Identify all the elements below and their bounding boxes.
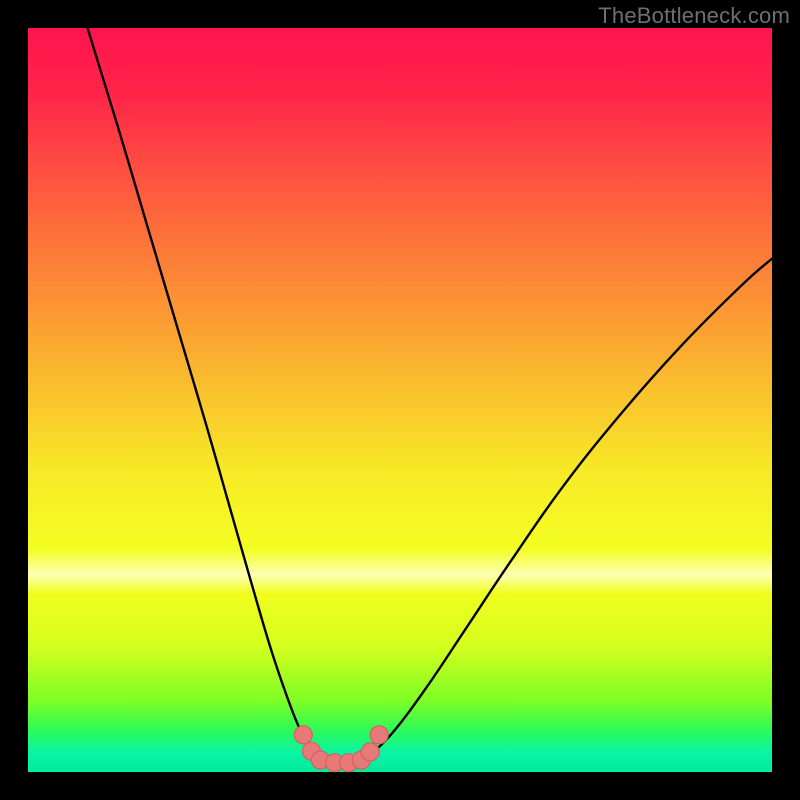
marker-dot	[361, 743, 379, 761]
chart-svg	[28, 28, 772, 772]
watermark-text: TheBottleneck.com	[598, 3, 790, 29]
marker-dot	[370, 726, 388, 744]
bottleneck-curve-path	[88, 28, 772, 763]
bottleneck-curve	[88, 28, 772, 763]
marker-group	[294, 726, 388, 772]
plot-area	[28, 28, 772, 772]
chart-frame: TheBottleneck.com	[0, 0, 800, 800]
marker-dot	[294, 726, 312, 744]
